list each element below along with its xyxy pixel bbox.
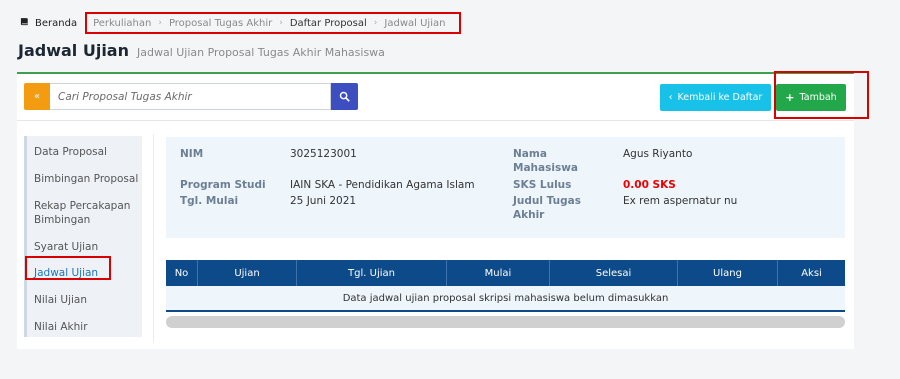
column-header: Selesai [550, 260, 678, 286]
horizontal-scrollbar[interactable] [166, 316, 845, 328]
sidebar-item-syarat-ujian[interactable]: Syarat Ujian [34, 240, 98, 254]
table-empty-row: Data jadwal ujian proposal skripsi mahas… [166, 286, 845, 312]
sidebar-active-highlight [25, 256, 111, 280]
program-studi-value: IAIN SKA - Pendidikan Agama Islam [290, 179, 475, 191]
page-header: Jadwal Ujian Jadwal Ujian Proposal Tugas… [18, 41, 385, 60]
tgl-mulai-label: Tgl. Mulai [180, 195, 239, 207]
nama-label-line1: Nama [513, 148, 547, 160]
breadcrumb-item[interactable]: Perkuliahan [93, 18, 151, 29]
sidebar-item-bimbingan-proposal[interactable]: Bimbingan Proposal [34, 172, 138, 186]
breadcrumb-home-label: Beranda [35, 17, 78, 29]
page-title: Jadwal Ujian [18, 41, 129, 60]
back-to-list-button[interactable]: ‹ Kembali ke Daftar [660, 84, 771, 111]
program-studi-label: Program Studi [180, 179, 266, 191]
add-button-label: Tambah [799, 92, 837, 103]
column-header: No [166, 260, 198, 286]
back-to-list-label: Kembali ke Daftar [677, 92, 763, 103]
sidebar-item-nilai-ujian[interactable]: Nilai Ujian [34, 293, 87, 307]
breadcrumb-home[interactable]: Beranda [20, 17, 77, 29]
sks-lulus-value: 0.00 SKS [623, 179, 676, 191]
chevron-right-icon: › [279, 18, 283, 28]
sidebar: Data Proposal Bimbingan Proposal Rekap P… [24, 136, 142, 337]
chevron-right-icon: › [158, 18, 162, 28]
toolbar-divider [17, 120, 854, 121]
search-icon [339, 87, 350, 106]
double-chevron-left-icon: « [33, 91, 41, 102]
nim-value: 3025123001 [290, 148, 357, 160]
column-header: Mulai [447, 260, 550, 286]
judul-label-line2: Akhir [513, 209, 545, 221]
chevron-right-icon: › [373, 18, 378, 28]
main-card: « ‹ Kembali ke Daftar + Tambah Data Prop… [17, 71, 869, 349]
sidebar-item-nilai-akhir[interactable]: Nilai Akhir [34, 320, 88, 334]
sidebar-divider [153, 134, 154, 342]
nama-label-line2: Mahasiswa [513, 162, 578, 174]
sks-lulus-label: SKS Lulus [513, 179, 572, 191]
judul-value: Ex rem aspernatur nu [623, 195, 738, 207]
column-header: Tgl. Ujian [297, 260, 447, 286]
chevron-left-icon: ‹ [668, 92, 673, 103]
table-header: No Ujian Tgl. Ujian Mulai Selesai Ulang … [166, 260, 845, 286]
sidebar-item-rekap-percakapan[interactable]: Rekap Percakapan Bimbingan [34, 199, 142, 227]
breadcrumb-item[interactable]: Daftar Proposal [290, 18, 367, 29]
nim-label: NIM [180, 148, 204, 160]
plus-icon: + [785, 91, 795, 104]
column-header: Ujian [198, 260, 297, 286]
schedule-table: No Ujian Tgl. Ujian Mulai Selesai Ulang … [166, 260, 845, 328]
judul-label-line1: Judul Tugas [513, 195, 581, 207]
breadcrumb-item-current: Jadwal Ujian [384, 17, 446, 29]
sidebar-item-data-proposal[interactable]: Data Proposal [34, 145, 107, 159]
column-header: Aksi [801, 267, 822, 279]
search-button[interactable] [331, 83, 358, 110]
page-subtitle: Jadwal Ujian Proposal Tugas Akhir Mahasi… [136, 46, 385, 59]
search-input[interactable] [50, 83, 331, 110]
search-group: « [24, 83, 358, 110]
tgl-mulai-value: 25 Juni 2021 [290, 195, 357, 207]
breadcrumb-item[interactable]: Proposal Tugas Akhir [169, 18, 272, 29]
book-icon [20, 17, 29, 29]
empty-message: Data jadwal ujian proposal skripsi mahas… [342, 292, 669, 304]
breadcrumb-trail: Perkuliahan › Proposal Tugas Akhir › Daf… [85, 12, 462, 34]
student-info-panel: NIM 3025123001 Program Studi IAIN SKA - … [166, 137, 845, 238]
nama-value: Agus Riyanto [623, 148, 693, 160]
column-header: Ulang [678, 260, 778, 286]
add-button[interactable]: + Tambah [776, 84, 846, 111]
collapse-sidebar-button[interactable]: « [24, 83, 50, 110]
breadcrumb: Beranda Perkuliahan › Proposal Tugas Akh… [20, 12, 462, 34]
